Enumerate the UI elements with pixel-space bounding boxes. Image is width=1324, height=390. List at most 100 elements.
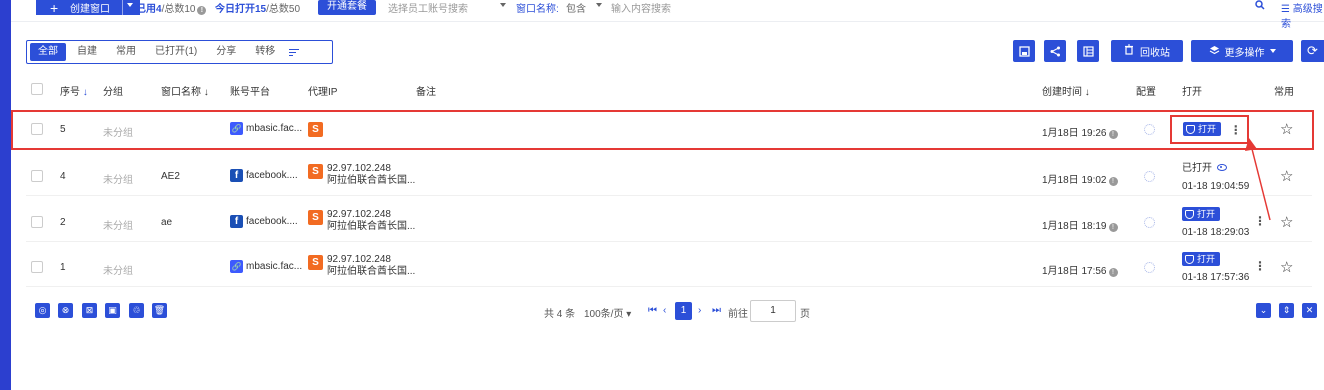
- create-window-button[interactable]: + 创建窗口: [36, 0, 140, 15]
- chevron-down-icon: [1269, 49, 1276, 53]
- row-platform[interactable]: 🔗 mbasic.fac...: [230, 260, 302, 273]
- row-created: 1月18日 18:19!: [1042, 217, 1118, 232]
- proxy-s-icon: S: [308, 255, 323, 270]
- row-platform[interactable]: f facebook....: [230, 169, 298, 182]
- bulk-close-icon[interactable]: ⊗: [58, 303, 73, 318]
- tab-frequent[interactable]: 常用: [108, 43, 144, 61]
- tab-shared[interactable]: 分享: [208, 43, 244, 61]
- more-vertical-icon[interactable]: ⋮: [1254, 259, 1266, 273]
- row-platform[interactable]: f facebook....: [230, 215, 298, 228]
- column-settings-icon[interactable]: [1077, 40, 1099, 62]
- row-window-name: ae: [161, 217, 173, 228]
- header-created[interactable]: 创建时间 ↓: [1042, 83, 1090, 98]
- pagination-total: 共 4 条: [544, 309, 576, 320]
- tab-self-built[interactable]: 自建: [69, 43, 105, 61]
- header-seq[interactable]: 序号 ↓: [60, 83, 88, 98]
- tab-opened[interactable]: 已打开(1): [147, 43, 205, 61]
- row-proxy: S: [308, 122, 323, 137]
- bulk-clear-icon[interactable]: ⊠: [82, 303, 97, 318]
- eye-icon[interactable]: [1217, 164, 1227, 171]
- last-page-icon[interactable]: ⏭: [712, 305, 721, 316]
- row-checkbox[interactable]: [31, 170, 43, 182]
- staff-select[interactable]: 选择员工账号搜索: [388, 0, 506, 15]
- sort-down-icon: ↓: [82, 87, 88, 98]
- table-row[interactable]: 5 未分组 🔗 mbasic.fac... S 1月18日 19:26! 打开 ⋮…: [26, 108, 1312, 150]
- row-group: 未分组: [103, 175, 133, 186]
- window-tabs: 全部 自建 常用 已打开(1) 分享 转移: [26, 40, 333, 64]
- row-group: 未分组: [103, 266, 133, 277]
- tab-transferred[interactable]: 转移: [247, 43, 283, 61]
- row-checkbox[interactable]: [31, 216, 43, 228]
- condition-select[interactable]: 包含: [566, 0, 586, 15]
- fingerprint-icon[interactable]: [1144, 217, 1155, 228]
- shield-icon: [1186, 124, 1195, 134]
- star-icon[interactable]: ☆: [1280, 258, 1293, 276]
- open-package-button[interactable]: 开通套餐: [318, 0, 376, 15]
- header-group: 分组: [103, 87, 123, 98]
- table-row[interactable]: 4 未分组 AE2 f facebook.... S 92.97.102.248 阿…: [26, 154, 1312, 196]
- recycle-bin-label: 回收站: [1140, 47, 1170, 59]
- row-checkbox[interactable]: [31, 261, 43, 273]
- bulk-recycle-icon[interactable]: ♲: [129, 303, 144, 318]
- usage-stat: 已用4/总数10!: [136, 0, 207, 15]
- advanced-search-link[interactable]: ☰ 高级搜索: [1281, 0, 1324, 30]
- staff-select-placeholder: 选择员工账号搜索: [388, 4, 468, 15]
- bulk-delete-icon[interactable]: 🗑: [152, 303, 167, 318]
- save-icon[interactable]: [1013, 40, 1035, 62]
- link-icon: 🔗: [230, 260, 243, 273]
- bulk-window-icon[interactable]: ▣: [105, 303, 120, 318]
- chevron-down-icon[interactable]: ⌄: [1256, 303, 1271, 318]
- prev-page-icon[interactable]: ‹: [663, 305, 666, 316]
- star-icon[interactable]: ☆: [1280, 167, 1293, 185]
- row-checkbox[interactable]: [31, 123, 43, 135]
- fingerprint-icon[interactable]: [1144, 124, 1155, 135]
- next-page-icon[interactable]: ›: [698, 305, 701, 316]
- row-proxy: S 92.97.102.248 阿拉伯联合酋长国...: [308, 209, 448, 232]
- fingerprint-icon[interactable]: [1144, 262, 1155, 273]
- page-current[interactable]: 1: [675, 302, 692, 320]
- row-created: 1月18日 17:56!: [1042, 262, 1118, 277]
- goto-page-input[interactable]: 1: [750, 300, 796, 322]
- search-input[interactable]: 输入内容搜索: [611, 0, 671, 15]
- row-group: 未分组: [103, 221, 133, 232]
- chevron-down-icon[interactable]: [127, 3, 133, 7]
- plus-icon: +: [50, 0, 59, 16]
- star-icon[interactable]: ☆: [1280, 213, 1293, 231]
- page-size-select[interactable]: 100条/页 ▾: [584, 305, 631, 320]
- table-row[interactable]: 1 未分组 🔗 mbasic.fac... S 92.97.102.248 阿拉伯联…: [26, 245, 1312, 287]
- header-platform: 账号平台: [230, 87, 270, 98]
- header-window-name[interactable]: 窗口名称 ↓: [161, 83, 209, 98]
- chevron-down-icon[interactable]: [596, 3, 602, 7]
- opened-status: 已打开: [1182, 163, 1212, 174]
- refresh-icon[interactable]: ⟳: [1301, 40, 1324, 62]
- open-button[interactable]: 打开: [1183, 122, 1222, 136]
- star-icon[interactable]: ☆: [1280, 120, 1293, 138]
- sort-icon[interactable]: [289, 48, 300, 56]
- row-platform[interactable]: 🔗 mbasic.fac...: [230, 122, 302, 135]
- open-button[interactable]: 打开: [1182, 252, 1221, 266]
- tab-all[interactable]: 全部: [30, 43, 66, 61]
- select-all-checkbox[interactable]: [31, 83, 43, 95]
- first-page-icon[interactable]: ⏮: [648, 305, 657, 316]
- more-operations-label: 更多操作: [1224, 47, 1265, 59]
- open-button[interactable]: 打开: [1182, 207, 1221, 221]
- fingerprint-icon[interactable]: [1144, 171, 1155, 182]
- shield-icon: [1185, 209, 1194, 219]
- proxy-s-icon: S: [308, 122, 323, 137]
- close-icon[interactable]: ✕: [1302, 303, 1317, 318]
- chevron-down-icon: [500, 3, 506, 7]
- row-seq: 5: [60, 124, 66, 135]
- more-operations-button[interactable]: 更多操作: [1191, 40, 1293, 62]
- info-icon: !: [1108, 130, 1118, 139]
- search-icon[interactable]: [1255, 0, 1265, 10]
- bulk-open-icon[interactable]: ◎: [35, 303, 50, 318]
- recycle-bin-button[interactable]: 回收站: [1111, 40, 1183, 62]
- share-icon[interactable]: [1044, 40, 1066, 62]
- row-seq: 1: [60, 262, 66, 273]
- table-row[interactable]: 2 未分组 ae f facebook.... S 92.97.102.248 阿拉…: [26, 200, 1312, 242]
- row-open: 打开 01-18 17:57:36: [1182, 252, 1249, 284]
- row-created: 1月18日 19:26!: [1042, 124, 1118, 139]
- row-seq: 4: [60, 171, 66, 182]
- expand-icon[interactable]: ⇕: [1279, 303, 1294, 318]
- info-icon: !: [1108, 223, 1118, 232]
